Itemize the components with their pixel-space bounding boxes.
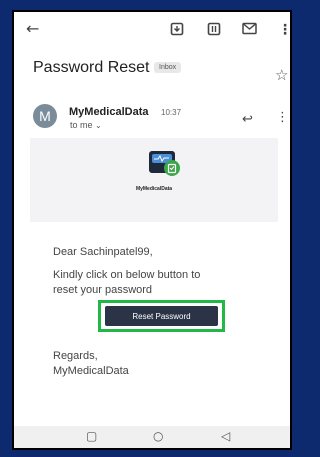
- mymedicaldata-logo-icon: [147, 148, 185, 178]
- inbox-label-badge[interactable]: Inbox: [154, 62, 182, 73]
- chevron-down-icon: ⌄: [95, 121, 102, 130]
- recipient-label: to me: [70, 120, 93, 130]
- recents-icon[interactable]: ▢: [86, 429, 97, 443]
- reset-password-button[interactable]: Reset Password: [105, 306, 218, 326]
- reply-icon[interactable]: ↩: [242, 112, 253, 127]
- android-nav-bar: ▢ ○ ◁: [14, 426, 290, 448]
- greeting-text: Dear Sachinpatel99,: [53, 246, 153, 258]
- phone-screen: ← ⋮ Password Reset Inbox ☆ M MyMedicalDa…: [12, 10, 292, 450]
- archive-icon[interactable]: [170, 22, 184, 40]
- email-time: 10:37: [161, 108, 182, 117]
- email-header-banner: MyMedicalData: [30, 138, 278, 222]
- delete-icon[interactable]: [207, 22, 221, 40]
- sender-avatar[interactable]: M: [33, 104, 57, 128]
- message-line-2: reset your password: [53, 284, 153, 296]
- more-vert-icon[interactable]: ⋮: [278, 22, 290, 38]
- mail-icon[interactable]: [242, 22, 257, 39]
- message-more-icon[interactable]: ⋮: [276, 110, 289, 125]
- logo-wordmark: MyMedicalData: [135, 186, 173, 192]
- back-nav-icon[interactable]: ◁: [221, 429, 230, 443]
- recipient-toggle[interactable]: to me ⌄: [70, 120, 102, 130]
- email-subject: Password Reset: [33, 59, 150, 76]
- arrow-left-icon[interactable]: ←: [26, 19, 39, 38]
- regards-text: Regards,: [53, 350, 98, 362]
- email-toolbar: ← ⋮: [14, 12, 290, 50]
- signature-text: MyMedicalData: [53, 365, 129, 377]
- star-icon[interactable]: ☆: [275, 66, 288, 84]
- message-line-1: Kindly click on below button to: [53, 269, 201, 281]
- reset-password-highlight: Reset Password: [98, 300, 225, 332]
- sender-name: MyMedicalData: [69, 106, 149, 118]
- home-icon[interactable]: ○: [153, 429, 163, 443]
